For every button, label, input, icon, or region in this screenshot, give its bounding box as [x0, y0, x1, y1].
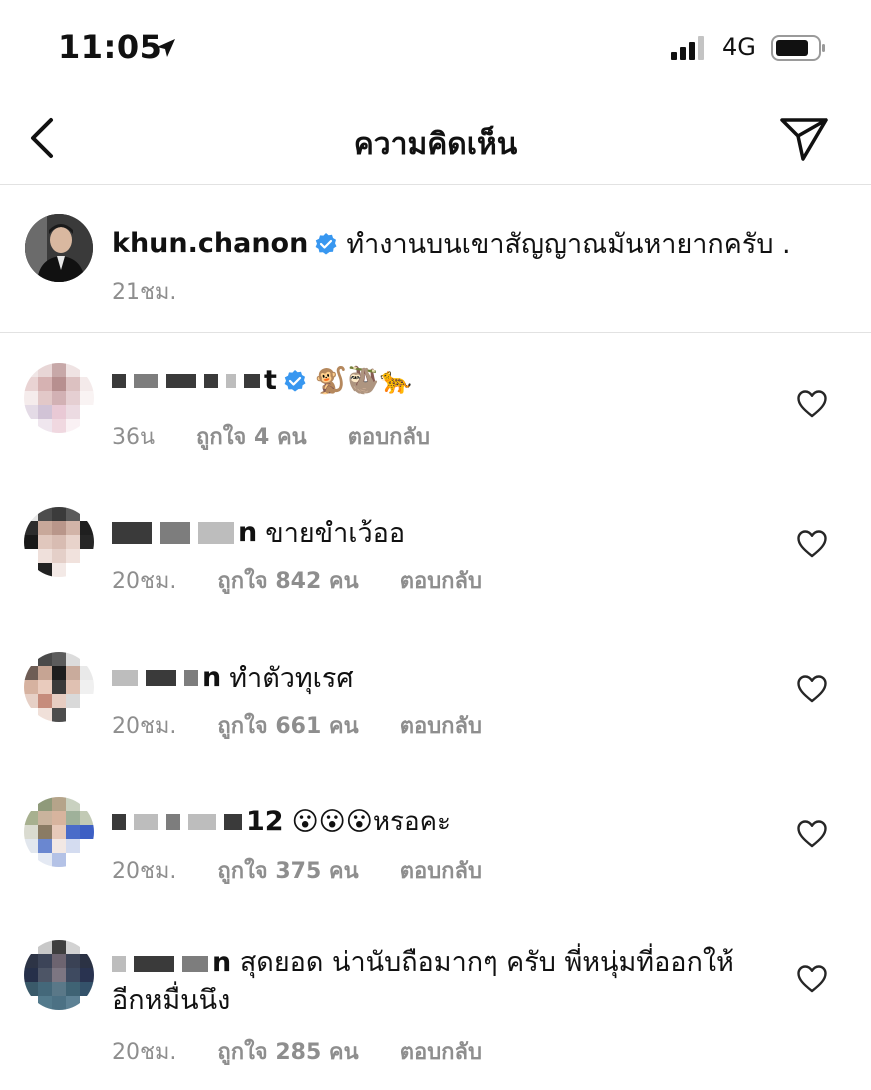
comment-item: n สุดยอด น่านับถือมากๆ ครับ พี่หนุ่มที่อ… [0, 910, 871, 1090]
status-time: 11:05 [58, 28, 163, 66]
comment-meta: 20ชม. ถูกใจ 285 คน ตอบกลับ [112, 1034, 516, 1069]
comment-username[interactable]: n [202, 662, 221, 693]
like-count-link[interactable]: ถูกใจ 661 คน [217, 714, 358, 739]
reply-link[interactable]: ตอบกลับ [400, 859, 482, 884]
comment-body: 😮😮😮หรอคะ [291, 807, 451, 837]
comment-username[interactable]: n [238, 517, 257, 548]
comment-text-line: 12 😮😮😮หรอคะ [112, 801, 451, 842]
cellular-signal-icon [671, 36, 704, 60]
redacted-username [112, 373, 260, 388]
redacted-username [112, 813, 242, 830]
redacted-username [112, 669, 198, 686]
caption-text-line: khun.chanon ทำงานบนเขาสัญญาณมันหายากครับ… [112, 222, 791, 265]
comment-meta: 20ชม. ถูกใจ 842 คน ตอบกลับ [112, 563, 516, 598]
comment-meta: 20ชม. ถูกใจ 375 คน ตอบกลับ [112, 853, 516, 888]
comment-body: ทำตัวทุเรศ [229, 663, 354, 694]
like-count-link[interactable]: ถูกใจ 842 คน [217, 569, 358, 594]
post-caption: khun.chanon ทำงานบนเขาสัญญาณมันหายากครับ… [0, 186, 871, 333]
caption-username[interactable]: khun.chanon [112, 228, 308, 259]
verified-badge-icon [284, 369, 306, 391]
redacted-username [112, 955, 208, 972]
comment-text-line: n ทำตัวทุเรศ [112, 656, 354, 699]
comment-item: n ขายขำเว้ออ 20ชม. ถูกใจ 842 คน ตอบกลับ [0, 475, 871, 620]
comment-meta: 36น ถูกใจ 4 คน ตอบกลับ [112, 419, 464, 454]
paper-plane-icon [780, 118, 828, 161]
reply-link[interactable]: ตอบกลับ [400, 1040, 482, 1065]
location-arrow-icon [157, 39, 175, 57]
profile-photo [25, 214, 93, 282]
verified-badge-icon [315, 232, 337, 254]
avatar[interactable] [24, 507, 94, 577]
avatar[interactable] [24, 363, 94, 433]
caption-timestamp: 21ชม. [112, 280, 177, 305]
avatar[interactable] [24, 797, 94, 867]
comment-text-line: n สุดยอด น่านับถือมากๆ ครับ พี่หนุ่มที่อ… [112, 944, 752, 1020]
comment-timestamp: 20ชม. [112, 859, 177, 884]
heart-icon[interactable] [796, 964, 828, 994]
caption-body: ทำงานบนเขาสัญญาณมันหายากครับ . [346, 229, 791, 260]
redacted-username [112, 521, 234, 544]
heart-icon[interactable] [796, 819, 828, 849]
comment-timestamp: 20ชม. [112, 714, 177, 739]
comment-item: n ทำตัวทุเรศ 20ชม. ถูกใจ 661 คน ตอบกลับ [0, 620, 871, 765]
page-title: ความคิดเห็น [353, 127, 518, 162]
comment-timestamp: 20ชม. [112, 569, 177, 594]
avatar[interactable] [24, 940, 94, 1010]
nav-header: ความคิดเห็น [0, 95, 871, 185]
heart-icon[interactable] [796, 529, 828, 559]
comment-text-line: n ขายขำเว้ออ [112, 511, 405, 554]
heart-icon[interactable] [796, 389, 828, 419]
avatar[interactable] [24, 652, 94, 722]
comment-timestamp: 20ชม. [112, 1040, 177, 1065]
like-count-link[interactable]: ถูกใจ 4 คน [196, 425, 307, 450]
comment-username[interactable]: 12 [246, 806, 284, 837]
reply-link[interactable]: ตอบกลับ [400, 569, 482, 594]
comment-item: t 🐒🦥🐆 36น ถูกใจ 4 คน ตอบกลับ [0, 335, 871, 475]
comment-item: 12 😮😮😮หรอคะ 20ชม. ถูกใจ 375 คน ตอบกลับ [0, 765, 871, 910]
like-count-link[interactable]: ถูกใจ 375 คน [217, 859, 358, 884]
comment-username[interactable]: t [264, 365, 277, 396]
avatar[interactable] [25, 214, 93, 282]
comment-timestamp: 36น [112, 425, 156, 450]
share-button[interactable] [778, 115, 830, 163]
comment-body: ขายขำเว้ออ [265, 518, 406, 549]
reply-link[interactable]: ตอบกลับ [348, 425, 430, 450]
comment-meta: 20ชม. ถูกใจ 661 คน ตอบกลับ [112, 708, 516, 743]
network-type: 4G [722, 33, 756, 61]
battery-icon [771, 35, 825, 61]
like-count-link[interactable]: ถูกใจ 285 คน [217, 1040, 358, 1065]
comment-text-line: t 🐒🦥🐆 [112, 365, 412, 396]
comment-body: 🐒🦥🐆 [314, 365, 413, 396]
comment-username[interactable]: n [212, 947, 231, 978]
status-bar: 11:05 4G [0, 0, 871, 95]
heart-icon[interactable] [796, 674, 828, 704]
reply-link[interactable]: ตอบกลับ [400, 714, 482, 739]
